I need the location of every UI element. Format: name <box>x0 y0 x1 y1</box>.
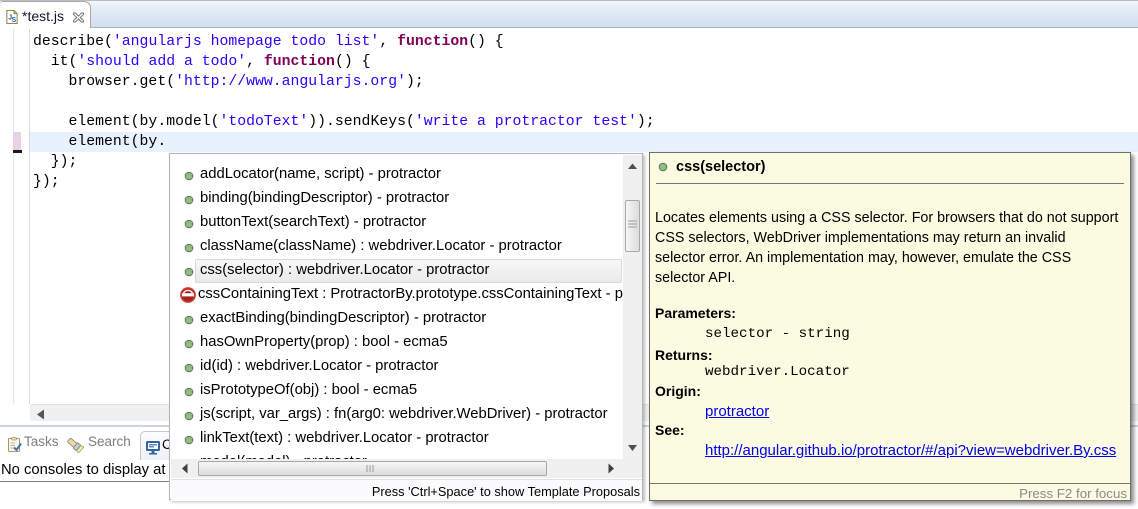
svg-text:S: S <box>12 17 17 24</box>
